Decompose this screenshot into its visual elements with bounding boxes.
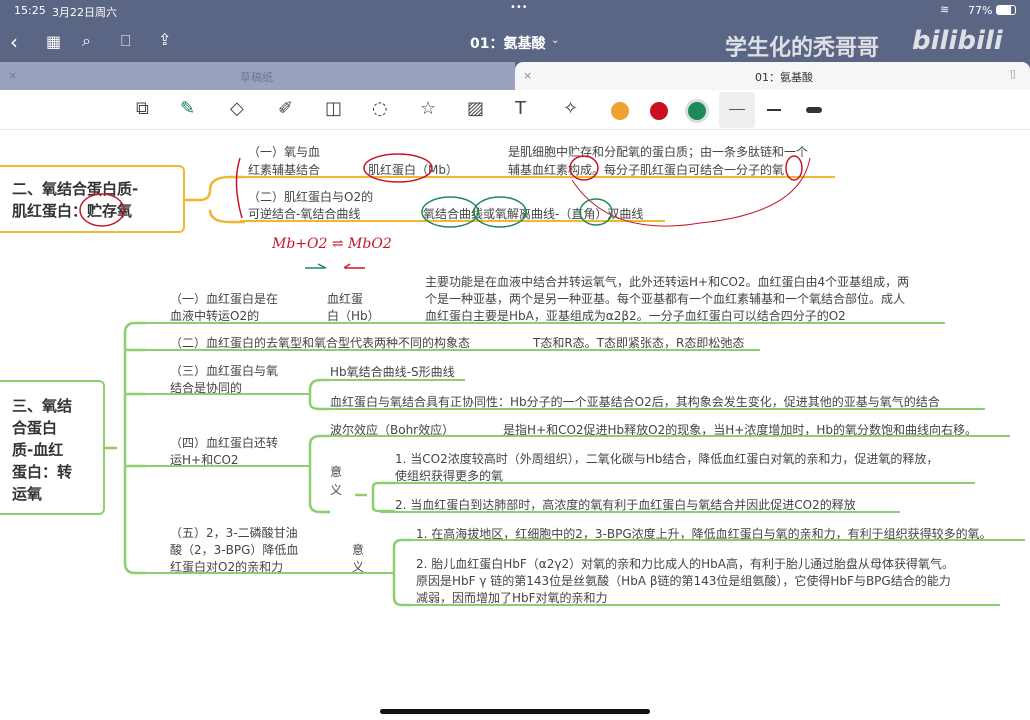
branch-label: （三）血红蛋白与氧 [170,364,279,378]
handwritten-annotations [79,153,811,269]
shapes-icon[interactable]: ◫ [325,98,342,119]
search-icon[interactable]: ⌕ [82,31,91,51]
title-line: 蛋白：转 [12,463,73,481]
color-red[interactable] [650,102,668,120]
tab-label: 草稿纸 [240,71,273,84]
tab-active[interactable]: × 01：氨基酸 ▯ [515,62,1030,90]
branch-label: （五）2，3-二磷酸甘油 [170,526,298,540]
eraser-icon[interactable]: ◇ [230,98,244,119]
branch-desc: 主要功能是在血液中结合并转运氧气，此外还转运H+和CO2。血红蛋白由4个亚基组成… [425,275,910,289]
section3-title: 三、氧结 合蛋白 质-血红 蛋白：转 运氧 [12,395,72,505]
document-title[interactable]: 01：氨基酸 [470,33,545,53]
meaning-label: 意 [352,543,365,557]
tab-label: 01：氨基酸 [755,71,813,84]
split-view-icon[interactable]: ▯ [1010,67,1016,80]
multitask-dots[interactable]: ••• [510,2,528,13]
sticker-icon[interactable]: ☆ [420,98,436,119]
grid-icon[interactable]: ▦ [46,32,61,51]
highlighter-icon[interactable]: ✐ [278,98,293,119]
stroke-thick[interactable] [806,107,822,113]
watermark-text: 学生化的秃哥哥 [725,36,880,61]
time: 15:25 [14,4,46,17]
chevron-down-icon[interactable]: ⌄ [551,35,559,46]
branch-label: （四）血红蛋白还转 [170,436,279,450]
branch-label: （一）血红蛋白是在 [170,292,279,306]
close-icon[interactable]: × [8,69,17,82]
branch-desc: 个是一种亚基，两个是另一种亚基。每个亚基都有一个血红素辅基和一个氧结合部位。成人 [425,292,906,306]
meaning-item: 1. 当CO2浓度较高时（外周组织），二氧化碳与Hb结合，降低血红蛋白对氧的亲和… [395,452,939,466]
status-bar: 15:25 3月22日周六 ••• ≋ 77% ‹ ▦ ⌕ ⎕ ⇪ 01：氨基酸… [0,0,1030,62]
tab-scratch[interactable]: × 草稿纸 [0,62,515,90]
laser-pointer-icon[interactable]: ✧ [563,98,578,119]
title-line: 质-血红 [12,441,64,459]
battery-text: 77% [968,4,993,17]
image-icon[interactable]: ▨ [467,98,484,119]
tab-bar: × 草稿纸 × 01：氨基酸 ▯ [0,62,1030,90]
title-line: 合蛋白 [12,419,58,437]
color-orange[interactable] [611,102,629,120]
color-green-selected[interactable] [688,102,706,120]
meaning-item: 原因是HbF γ 链的第143位是丝氨酸（HbA β链的第143位是组氨酸），它… [416,574,951,588]
meaning-label: 义 [352,560,365,574]
meaning-connector [392,538,412,607]
branch-term: 血红蛋 [327,292,364,306]
text-icon[interactable]: T [515,98,526,119]
stroke-thin-selected[interactable] [719,92,755,128]
bookmark-icon[interactable]: ⎕ [121,31,131,51]
lasso-icon[interactable]: ◌ [372,98,388,119]
battery-icon [996,5,1016,15]
meaning-item: 2. 胎儿血红蛋白HbF（α2γ2）对氧的亲和力比成人的HbA高，有利于胎儿通过… [416,557,954,571]
title-line: 运氧 [12,485,43,503]
bilibili-logo: bilibili [912,26,1003,56]
meaning-connector [355,481,395,513]
back-icon[interactable]: ‹ [10,30,18,54]
stroke-medium[interactable] [767,109,781,111]
date: 3月22日周六 [52,6,117,19]
pen-icon[interactable]: ✎ [180,98,195,119]
drawing-toolbar: ⧉ ✎ ◇ ✐ ◫ ◌ ☆ ▨ T ✧ [0,90,1030,130]
branch-label: 酸（2，3-BPG）降低血 [170,543,299,557]
share-icon[interactable]: ⇪ [158,30,171,49]
wifi-icon: ≋ [940,3,950,16]
meaning-label: 义 [330,483,343,497]
close-icon[interactable]: × [523,69,532,82]
branch-desc: Hb氧结合曲线-S形曲线 [330,365,455,379]
zoom-window-icon[interactable]: ⧉ [136,98,149,119]
title-line: 三、氧结 [12,397,73,415]
meaning-label: 意 [330,465,343,479]
home-indicator[interactable] [380,709,650,714]
